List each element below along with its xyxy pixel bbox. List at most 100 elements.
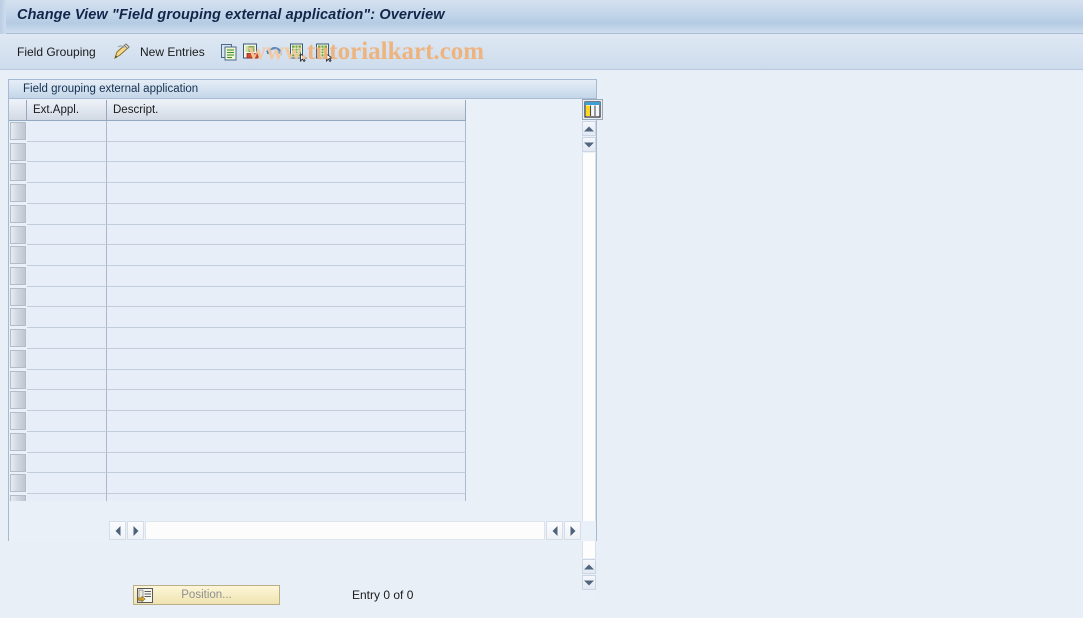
cell-descript[interactable] bbox=[107, 121, 466, 142]
cell-descript[interactable] bbox=[107, 390, 466, 412]
row-select-button[interactable] bbox=[10, 432, 26, 451]
table-row[interactable] bbox=[9, 183, 582, 204]
row-select-button[interactable] bbox=[10, 474, 26, 493]
table-row[interactable] bbox=[9, 431, 582, 453]
table-row[interactable] bbox=[9, 369, 582, 391]
row-select-button[interactable] bbox=[10, 391, 26, 410]
cell-descript[interactable] bbox=[107, 266, 466, 287]
row-select-button[interactable] bbox=[10, 287, 26, 306]
cell-ext-appl[interactable] bbox=[27, 245, 107, 267]
table-row[interactable] bbox=[9, 224, 582, 246]
grid-header-select-all-corner[interactable] bbox=[9, 100, 27, 121]
cell-descript[interactable] bbox=[107, 307, 466, 329]
scroll-down-button-top[interactable] bbox=[582, 137, 596, 152]
row-select-button[interactable] bbox=[10, 142, 26, 161]
undo-icon[interactable] bbox=[264, 42, 284, 62]
cell-ext-appl[interactable] bbox=[27, 493, 107, 501]
cell-descript[interactable] bbox=[107, 245, 466, 267]
row-select-button[interactable] bbox=[10, 453, 26, 472]
table-row[interactable] bbox=[9, 162, 582, 184]
cell-ext-appl[interactable] bbox=[27, 203, 107, 225]
row-select-button[interactable] bbox=[10, 225, 26, 244]
deselect-all-icon[interactable] bbox=[314, 42, 334, 63]
cell-descript[interactable] bbox=[107, 452, 466, 474]
cell-ext-appl[interactable] bbox=[27, 348, 107, 370]
table-row[interactable] bbox=[9, 348, 582, 370]
row-select-button[interactable] bbox=[10, 494, 26, 501]
cell-descript[interactable] bbox=[107, 473, 466, 494]
display-change-pencil-icon[interactable] bbox=[112, 42, 132, 62]
cell-ext-appl[interactable] bbox=[27, 369, 107, 391]
row-select-button[interactable] bbox=[10, 329, 26, 348]
cell-ext-appl[interactable] bbox=[27, 411, 107, 432]
cell-ext-appl[interactable] bbox=[27, 141, 107, 163]
scroll-right-button-b[interactable] bbox=[564, 521, 581, 540]
row-select-button[interactable] bbox=[10, 163, 26, 182]
table-row[interactable] bbox=[9, 411, 582, 432]
field-grouping-menu[interactable]: Field Grouping bbox=[17, 45, 96, 59]
vertical-scroll-track[interactable] bbox=[582, 153, 596, 558]
cell-descript[interactable] bbox=[107, 493, 466, 501]
grid-header-ext-appl[interactable]: Ext.Appl. bbox=[27, 100, 107, 121]
position-button[interactable]: Position... bbox=[133, 585, 280, 605]
cell-descript[interactable] bbox=[107, 431, 466, 453]
scroll-right-button-a[interactable] bbox=[127, 521, 144, 540]
table-settings-icon[interactable] bbox=[582, 99, 603, 120]
grid-rows-container[interactable] bbox=[9, 121, 582, 501]
scroll-left-button-b[interactable] bbox=[546, 521, 563, 540]
row-select-button[interactable] bbox=[10, 204, 26, 223]
table-row[interactable] bbox=[9, 203, 582, 225]
cell-ext-appl[interactable] bbox=[27, 473, 107, 494]
scroll-up-button-top[interactable] bbox=[582, 121, 596, 136]
cell-ext-appl[interactable] bbox=[27, 431, 107, 453]
table-row[interactable] bbox=[9, 473, 582, 494]
cell-ext-appl[interactable] bbox=[27, 183, 107, 204]
cell-ext-appl[interactable] bbox=[27, 266, 107, 287]
cell-ext-appl[interactable] bbox=[27, 224, 107, 246]
table-row[interactable] bbox=[9, 266, 582, 287]
cell-descript[interactable] bbox=[107, 203, 466, 225]
copy-as-icon[interactable] bbox=[219, 42, 239, 62]
table-row[interactable] bbox=[9, 245, 582, 267]
row-select-button[interactable] bbox=[10, 184, 26, 203]
row-select-button[interactable] bbox=[10, 308, 26, 327]
table-row[interactable] bbox=[9, 121, 582, 142]
row-select-button[interactable] bbox=[10, 349, 26, 368]
row-select-button[interactable] bbox=[10, 267, 26, 286]
table-row[interactable] bbox=[9, 390, 582, 412]
cell-descript[interactable] bbox=[107, 141, 466, 163]
delete-icon[interactable] bbox=[241, 42, 261, 62]
select-all-icon[interactable] bbox=[288, 42, 308, 63]
scroll-up-button-bottom[interactable] bbox=[582, 559, 596, 574]
cell-ext-appl[interactable] bbox=[27, 390, 107, 412]
cell-ext-appl[interactable] bbox=[27, 121, 107, 142]
grid-header-descript[interactable]: Descript. bbox=[107, 100, 466, 121]
cell-descript[interactable] bbox=[107, 328, 466, 349]
cell-ext-appl[interactable] bbox=[27, 307, 107, 329]
table-row[interactable] bbox=[9, 307, 582, 329]
horizontal-scroll-track[interactable] bbox=[145, 521, 545, 540]
cell-ext-appl[interactable] bbox=[27, 328, 107, 349]
cell-descript[interactable] bbox=[107, 183, 466, 204]
cell-ext-appl[interactable] bbox=[27, 452, 107, 474]
table-row[interactable] bbox=[9, 286, 582, 308]
scroll-left-button-a[interactable] bbox=[109, 521, 126, 540]
table-row[interactable] bbox=[9, 452, 582, 474]
table-row[interactable] bbox=[9, 141, 582, 163]
cell-descript[interactable] bbox=[107, 369, 466, 391]
cell-ext-appl[interactable] bbox=[27, 286, 107, 308]
scroll-down-button-bottom[interactable] bbox=[582, 575, 596, 590]
table-row[interactable] bbox=[9, 328, 582, 349]
cell-ext-appl[interactable] bbox=[27, 162, 107, 184]
cell-descript[interactable] bbox=[107, 411, 466, 432]
row-select-button[interactable] bbox=[10, 122, 26, 140]
cell-descript[interactable] bbox=[107, 348, 466, 370]
row-select-button[interactable] bbox=[10, 246, 26, 265]
cell-descript[interactable] bbox=[107, 224, 466, 246]
cell-descript[interactable] bbox=[107, 286, 466, 308]
row-select-button[interactable] bbox=[10, 370, 26, 389]
table-row[interactable] bbox=[9, 493, 582, 501]
row-select-button[interactable] bbox=[10, 412, 26, 431]
new-entries-button[interactable]: New Entries bbox=[140, 45, 205, 59]
grid-horizontal-scrollbar[interactable] bbox=[9, 521, 596, 541]
